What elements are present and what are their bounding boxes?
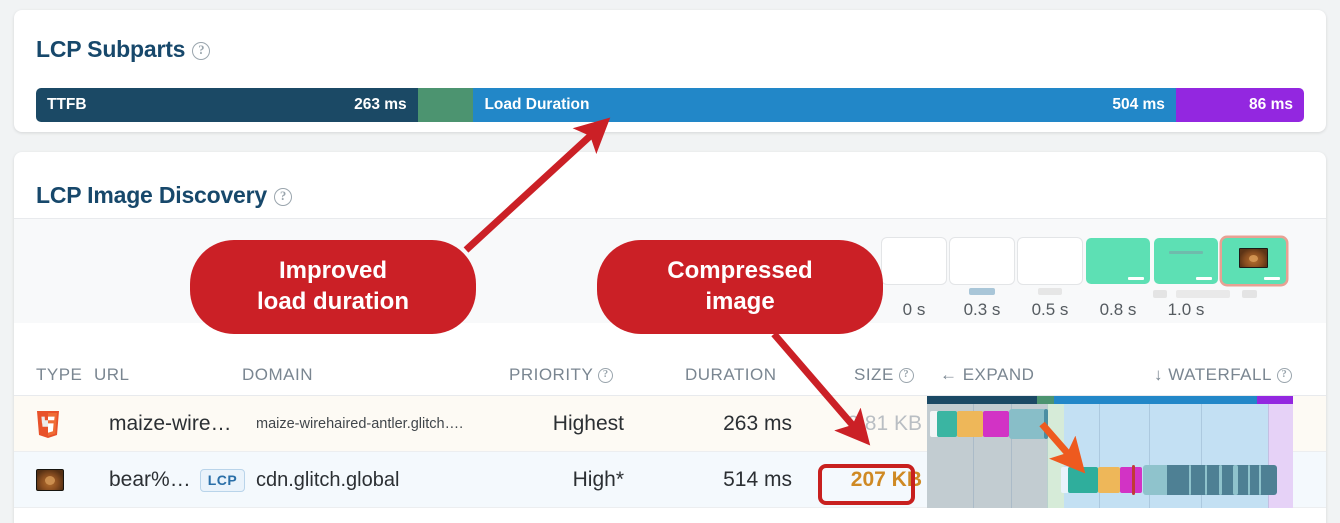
column-header-domain[interactable]: DOMAIN xyxy=(242,365,313,385)
filmstrip: 0 s 0.3 s 0.5 s 0.8 s 1.0 s xyxy=(880,238,1320,334)
frame-scrollbar-icon xyxy=(1196,277,1212,280)
frame-bear-image-icon xyxy=(1239,248,1268,268)
column-header-priority[interactable]: PRIORITY ? xyxy=(509,365,614,385)
filmstrip-tick: 0.5 s xyxy=(1031,300,1069,319)
callout-line-2: image xyxy=(705,288,775,315)
subpart-render-delay-value: 86 ms xyxy=(1249,96,1293,113)
filmstrip-tick: 1.0 s xyxy=(1167,300,1205,319)
callout-line-1: Improved xyxy=(278,257,388,285)
filmstrip-tick: 0 s xyxy=(902,300,926,319)
row-type-cell xyxy=(36,452,76,508)
help-circle-icon[interactable]: ? xyxy=(1276,367,1292,383)
filmstrip-frame-2[interactable] xyxy=(1016,238,1084,295)
row-url-text: bear%… xyxy=(109,468,191,491)
filmstrip-time-axis: 0 s 0.3 s 0.5 s 0.8 s 1.0 s xyxy=(880,300,1220,320)
callout-compressed-image: Compressed image xyxy=(597,240,883,334)
lcp-image-discovery-title-text: LCP Image Discovery xyxy=(36,182,267,208)
column-header-waterfall-label: ↓ WATERFALL xyxy=(1154,365,1272,384)
column-header-priority-label: PRIORITY xyxy=(509,365,594,384)
column-header-type[interactable]: TYPE xyxy=(36,365,82,385)
filmstrip-thumbnail[interactable] xyxy=(1154,238,1218,284)
subpart-segment-resource-load-delay[interactable] xyxy=(417,88,474,122)
row-url-cell[interactable]: bear%… LCP xyxy=(109,452,259,508)
column-header-waterfall[interactable]: ↓ WATERFALL ? xyxy=(1154,365,1292,385)
frame-scrollbar-icon xyxy=(1128,277,1144,280)
subpart-segment-render-delay[interactable]: 86 ms xyxy=(1175,88,1304,122)
lcp-subparts-title: LCP Subparts ? xyxy=(36,36,211,63)
column-header-size-label: SIZE xyxy=(854,365,894,384)
column-header-duration-label: DURATION xyxy=(685,365,777,384)
subpart-load-duration-value: 504 ms xyxy=(1112,96,1165,113)
row-priority-cell: High* xyxy=(444,452,624,508)
callout-line-1: Compressed xyxy=(667,257,813,285)
table-header-row: TYPE URL DOMAIN PRIORITY ? DURATION SIZE xyxy=(14,354,1326,396)
subpart-ttfb-label: TTFB xyxy=(47,96,87,113)
lcp-image-discovery-title: LCP Image Discovery ? xyxy=(36,182,292,209)
column-header-expand[interactable]: ← EXPAND xyxy=(940,365,1034,385)
row-size-cell: 2.81 KB xyxy=(794,396,922,452)
lcp-subparts-title-text: LCP Subparts xyxy=(36,36,186,62)
filmstrip-tick: 0.3 s xyxy=(963,300,1001,319)
lcp-subparts-card: LCP Subparts ? TTFB 263 ms Load Duration… xyxy=(14,10,1326,132)
filmstrip-thumbnail-selected[interactable] xyxy=(1222,238,1286,284)
row-url-text: maize-wire… xyxy=(109,412,232,435)
filmstrip-thumbnail[interactable] xyxy=(950,238,1014,284)
row-duration-cell: 514 ms xyxy=(614,452,792,508)
column-header-duration[interactable]: DURATION xyxy=(685,365,777,385)
filmstrip-frame-3[interactable] xyxy=(1084,238,1152,295)
row-url-cell[interactable]: maize-wire… xyxy=(109,396,259,452)
subpart-load-duration-label: Load Duration xyxy=(484,96,590,113)
row-duration-text: 263 ms xyxy=(723,412,792,435)
help-circle-icon[interactable]: ? xyxy=(192,41,211,60)
filmstrip-thumbnail[interactable] xyxy=(882,238,946,284)
help-circle-icon[interactable]: ? xyxy=(598,367,614,383)
help-circle-icon[interactable]: ? xyxy=(898,367,914,383)
html5-icon xyxy=(36,410,60,438)
frame-text-line-icon xyxy=(1169,251,1203,254)
column-header-domain-label: DOMAIN xyxy=(242,365,313,384)
waterfall-row[interactable] xyxy=(927,396,1293,452)
callout-line-2: load duration xyxy=(257,288,409,315)
row-duration-text: 514 ms xyxy=(723,468,792,491)
waterfall-row[interactable] xyxy=(927,452,1293,508)
image-thumbnail-bear-icon xyxy=(36,469,64,491)
column-header-expand-label: ← EXPAND xyxy=(940,365,1035,384)
table-row[interactable]: maize-wire… maize-wirehaired-antler.glit… xyxy=(14,396,1326,452)
filmstrip-frame-0[interactable] xyxy=(880,238,948,295)
filmstrip-thumbnail[interactable] xyxy=(1018,238,1082,284)
frame-scrollbar-icon xyxy=(1264,277,1280,280)
filmstrip-frame-1[interactable] xyxy=(948,238,1016,295)
help-circle-icon[interactable]: ? xyxy=(274,187,292,206)
row-priority-cell: Highest xyxy=(444,396,624,452)
filmstrip-thumbnail[interactable] xyxy=(1086,238,1150,284)
subpart-ttfb-value: 263 ms xyxy=(354,96,407,113)
request-table: TYPE URL DOMAIN PRIORITY ? DURATION SIZE xyxy=(14,354,1326,508)
lcp-image-discovery-card: LCP Image Discovery ? TYPE URL DOMAIN PR… xyxy=(14,152,1326,523)
lcp-badge: LCP xyxy=(199,468,246,492)
row-domain-text: maize-wirehaired-antler.glitch…. xyxy=(256,416,464,432)
filmstrip-frame-5[interactable] xyxy=(1220,238,1288,295)
size-highlight-box xyxy=(818,464,915,505)
callout-improved-load-duration: Improved load duration xyxy=(190,240,476,334)
row-duration-cell: 263 ms xyxy=(614,396,792,452)
lcp-subparts-bar: TTFB 263 ms Load Duration 504 ms 86 ms xyxy=(36,88,1304,122)
subpart-segment-load-duration[interactable]: Load Duration 504 ms xyxy=(473,88,1176,122)
row-domain-text: cdn.glitch.global xyxy=(256,468,400,491)
filmstrip-tick: 0.8 s xyxy=(1099,300,1137,319)
column-header-url-label: URL xyxy=(94,365,130,384)
filmstrip-frames xyxy=(880,238,1288,295)
column-header-size[interactable]: SIZE ? xyxy=(854,365,914,385)
waterfall-header-strip xyxy=(927,396,1293,404)
table-row[interactable]: bear%… LCP cdn.glitch.global High* 514 m… xyxy=(14,452,1326,508)
row-size-text: 2.81 KB xyxy=(847,412,922,435)
subpart-segment-ttfb[interactable]: TTFB 263 ms xyxy=(36,88,418,122)
row-type-cell xyxy=(36,396,76,452)
filmstrip-mini-indicators xyxy=(880,290,1320,298)
column-header-url[interactable]: URL xyxy=(94,365,130,385)
column-header-type-label: TYPE xyxy=(36,365,83,384)
filmstrip-frame-4[interactable] xyxy=(1152,238,1220,295)
